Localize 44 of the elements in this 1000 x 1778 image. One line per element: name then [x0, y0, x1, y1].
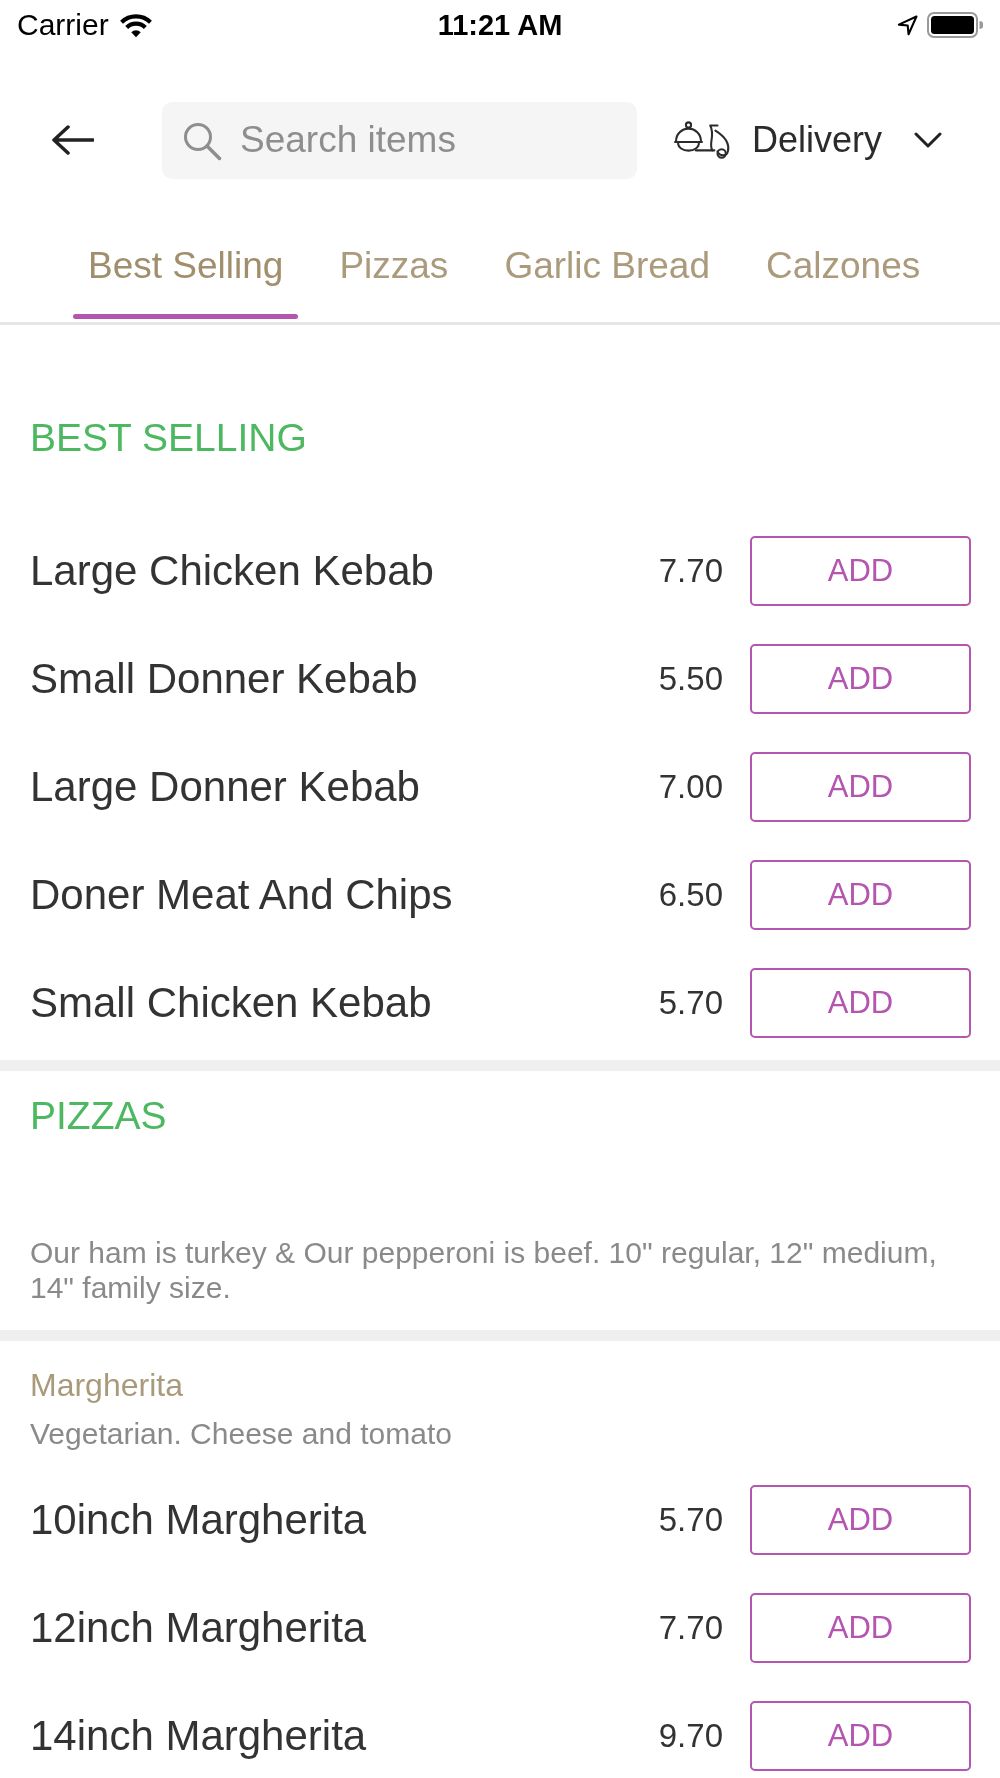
scooter-icon	[674, 120, 732, 160]
item-price: 6.50	[658, 876, 723, 914]
battery-icon	[927, 12, 983, 38]
search-field[interactable]: Search items	[162, 101, 637, 179]
wifi-icon	[118, 12, 153, 38]
item-name: Large Chicken Kebab	[30, 548, 435, 594]
section-description: Our ham is turkey & Our pepperoni is beef. 10" regular, 12" medium, 14" family size.	[29, 1235, 938, 1306]
category-tab[interactable]: Best Selling	[73, 210, 299, 322]
add-button[interactable]: ADD	[750, 644, 971, 714]
item-name: 14inch Margherita	[30, 1713, 368, 1759]
item-name: 10inch Margherita	[30, 1497, 368, 1543]
add-button[interactable]: ADD	[750, 752, 971, 822]
item-price: 7.00	[658, 768, 723, 806]
item-price: 9.70	[658, 1717, 723, 1755]
item-name: Doner Meat And Chips	[30, 872, 454, 918]
group-description: Vegetarian. Cheese and tomato	[29, 1416, 453, 1452]
add-button[interactable]: ADD	[750, 536, 971, 606]
carrier-name: Carrier	[17, 8, 109, 42]
section-title: BEST SELLING	[29, 415, 308, 461]
item-name: Large Donner Kebab	[30, 764, 421, 810]
item-price: 5.50	[658, 660, 723, 698]
search-icon	[182, 120, 222, 161]
item-price: 7.70	[658, 552, 723, 590]
group-title: Margherita	[29, 1366, 184, 1404]
add-button[interactable]: ADD	[750, 1485, 971, 1555]
item-price: 7.70	[658, 1609, 723, 1647]
status-time: 11:21 AM	[437, 8, 563, 42]
item-name: Small Chicken Kebab	[30, 980, 433, 1026]
delivery-dropdown[interactable]: Delivery	[674, 119, 943, 161]
item-name: 12inch Margherita	[30, 1605, 368, 1651]
category-tab[interactable]: Garlic Bread	[489, 210, 725, 322]
category-tab[interactable]: Calzones	[751, 210, 936, 322]
back-arrow-icon[interactable]	[50, 124, 94, 156]
item-price: 5.70	[658, 984, 723, 1022]
chevron-down-icon	[914, 132, 943, 148]
category-tab[interactable]: Pizzas	[324, 210, 464, 322]
add-button[interactable]: ADD	[750, 968, 971, 1038]
item-name: Small Donner Kebab	[30, 656, 419, 702]
item-price: 5.70	[658, 1501, 723, 1539]
section-title: PIZZAS	[29, 1093, 168, 1139]
location-arrow-icon	[897, 14, 918, 36]
add-button[interactable]: ADD	[750, 1593, 971, 1663]
add-button[interactable]: ADD	[750, 1701, 971, 1771]
add-button[interactable]: ADD	[750, 860, 971, 930]
